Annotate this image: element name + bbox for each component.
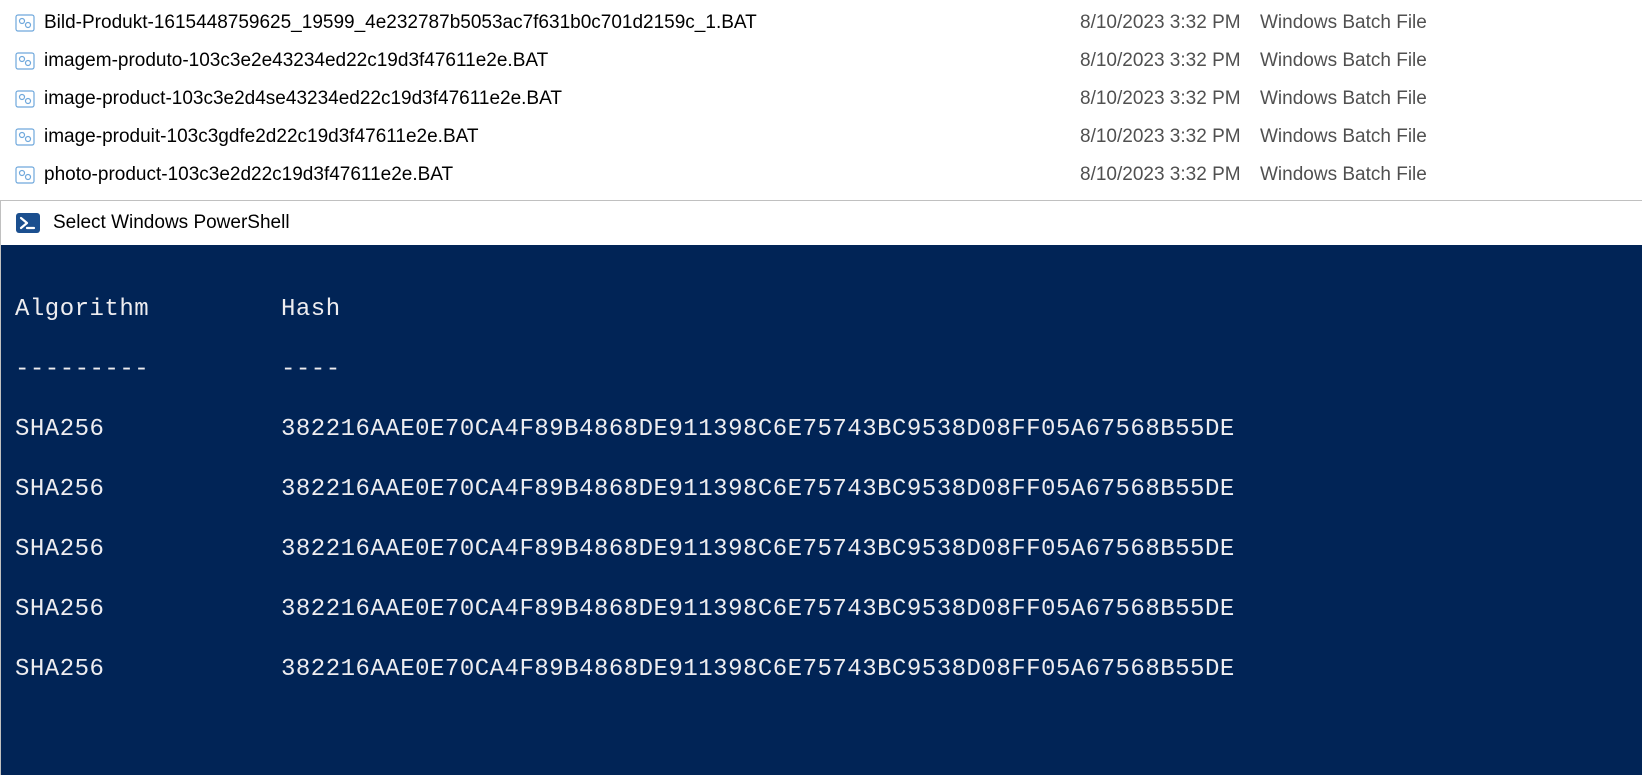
- file-date: 8/10/2023 3:32 PM: [1080, 88, 1260, 110]
- file-row[interactable]: Bild-Produkt-1615448759625_19599_4e23278…: [0, 4, 1642, 42]
- powershell-window: Select Windows PowerShell AlgorithmHash …: [0, 200, 1642, 775]
- cell-algorithm: SHA256: [15, 655, 281, 685]
- file-row[interactable]: photo-product-103c3e2d22c19d3f47611e2e.B…: [0, 156, 1642, 194]
- console-divider-row: -------------: [15, 355, 1628, 385]
- console-data-row: SHA256382216AAE0E70CA4F89B4868DE911398C6…: [15, 655, 1628, 685]
- file-type: Windows Batch File: [1260, 88, 1642, 110]
- column-header-algorithm: Algorithm: [15, 295, 281, 325]
- cell-hash: 382216AAE0E70CA4F89B4868DE911398C6E75743…: [281, 535, 1628, 565]
- file-date: 8/10/2023 3:32 PM: [1080, 50, 1260, 72]
- console-data-row: SHA256382216AAE0E70CA4F89B4868DE911398C6…: [15, 535, 1628, 565]
- cell-hash: 382216AAE0E70CA4F89B4868DE911398C6E75743…: [281, 655, 1628, 685]
- batch-file-icon: [14, 88, 36, 110]
- batch-file-icon: [14, 126, 36, 148]
- console-data-row: SHA256382216AAE0E70CA4F89B4868DE911398C6…: [15, 475, 1628, 505]
- cell-algorithm: SHA256: [15, 535, 281, 565]
- batch-file-icon: [14, 50, 36, 72]
- console-data-row: SHA256382216AAE0E70CA4F89B4868DE911398C6…: [15, 595, 1628, 625]
- file-name: image-produit-103c3gdfe2d22c19d3f47611e2…: [44, 126, 1080, 148]
- file-name: image-product-103c3e2d4se43234ed22c19d3f…: [44, 88, 1080, 110]
- powershell-console[interactable]: AlgorithmHash ------------- SHA256382216…: [1, 245, 1642, 775]
- cell-algorithm: SHA256: [15, 595, 281, 625]
- powershell-titlebar[interactable]: Select Windows PowerShell: [1, 201, 1642, 245]
- file-date: 8/10/2023 3:32 PM: [1080, 126, 1260, 148]
- file-row[interactable]: image-produit-103c3gdfe2d22c19d3f47611e2…: [0, 118, 1642, 156]
- file-type: Windows Batch File: [1260, 50, 1642, 72]
- batch-file-icon: [14, 164, 36, 186]
- cell-algorithm: SHA256: [15, 475, 281, 505]
- powershell-icon: [15, 210, 41, 236]
- column-dash-algorithm: ---------: [15, 355, 281, 385]
- file-name: photo-product-103c3e2d22c19d3f47611e2e.B…: [44, 164, 1080, 186]
- cell-hash: 382216AAE0E70CA4F89B4868DE911398C6E75743…: [281, 475, 1628, 505]
- batch-file-icon: [14, 12, 36, 34]
- file-type: Windows Batch File: [1260, 12, 1642, 34]
- console-data-row: SHA256382216AAE0E70CA4F89B4868DE911398C6…: [15, 415, 1628, 445]
- powershell-title: Select Windows PowerShell: [53, 212, 290, 234]
- console-header-row: AlgorithmHash: [15, 295, 1628, 325]
- file-list: Bild-Produkt-1615448759625_19599_4e23278…: [0, 0, 1642, 200]
- file-type: Windows Batch File: [1260, 164, 1642, 186]
- cell-hash: 382216AAE0E70CA4F89B4868DE911398C6E75743…: [281, 595, 1628, 625]
- column-dash-hash: ----: [281, 355, 1628, 385]
- file-name: Bild-Produkt-1615448759625_19599_4e23278…: [44, 12, 1080, 34]
- file-date: 8/10/2023 3:32 PM: [1080, 164, 1260, 186]
- cell-hash: 382216AAE0E70CA4F89B4868DE911398C6E75743…: [281, 415, 1628, 445]
- column-header-hash: Hash: [281, 295, 1628, 325]
- cell-algorithm: SHA256: [15, 415, 281, 445]
- file-name: imagem-produto-103c3e2e43234ed22c19d3f47…: [44, 50, 1080, 72]
- file-row[interactable]: imagem-produto-103c3e2e43234ed22c19d3f47…: [0, 42, 1642, 80]
- file-type: Windows Batch File: [1260, 126, 1642, 148]
- file-date: 8/10/2023 3:32 PM: [1080, 12, 1260, 34]
- file-row[interactable]: image-product-103c3e2d4se43234ed22c19d3f…: [0, 80, 1642, 118]
